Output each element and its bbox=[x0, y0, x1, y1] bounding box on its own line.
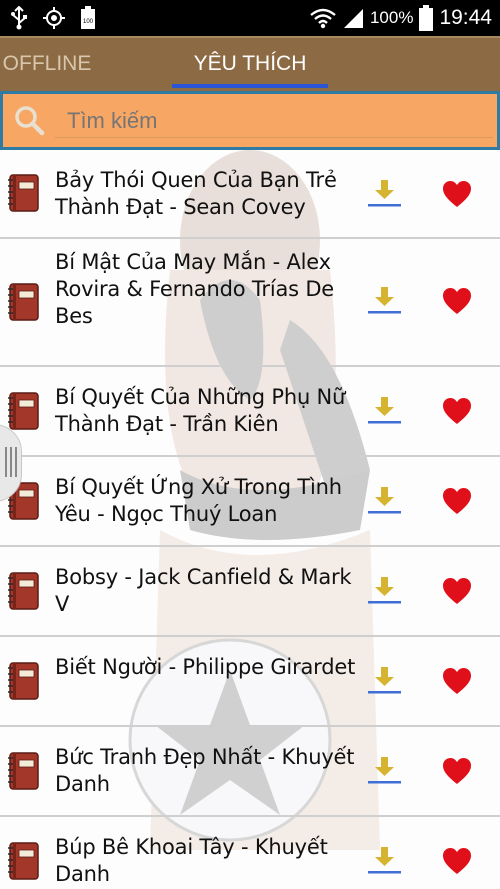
gps-icon bbox=[43, 7, 65, 29]
book-list[interactable]: Bảy Thói Quen Của Bạn Trẻ Thành Đạt - Se… bbox=[0, 150, 500, 889]
list-item[interactable]: Bí Quyết Ứng Xử Trong Tình Yêu - Ngọc Th… bbox=[0, 457, 500, 547]
list-item[interactable]: Bức Tranh Đẹp Nhất - Khuyết Danh bbox=[0, 727, 500, 817]
heart-icon[interactable] bbox=[442, 667, 472, 695]
clock: 19:44 bbox=[439, 6, 492, 29]
download-icon[interactable] bbox=[368, 485, 401, 515]
handle-grip-line bbox=[5, 447, 7, 477]
download-icon[interactable] bbox=[368, 665, 401, 695]
book-icon bbox=[8, 283, 39, 321]
search-box bbox=[3, 94, 500, 147]
book-title[interactable]: Bảy Thói Quen Của Bạn Trẻ Thành Đạt - Se… bbox=[55, 167, 360, 221]
heart-icon[interactable] bbox=[442, 287, 472, 315]
book-icon bbox=[8, 392, 39, 430]
handle-grip-line bbox=[10, 447, 12, 477]
svg-text:100: 100 bbox=[83, 19, 94, 25]
book-icon bbox=[8, 842, 39, 880]
heart-icon[interactable] bbox=[442, 397, 472, 425]
battery-percent: 100% bbox=[369, 8, 414, 27]
battery-icon bbox=[419, 5, 434, 31]
book-title[interactable]: Biết Người - Philippe Girardet bbox=[55, 654, 360, 681]
book-icon bbox=[8, 662, 39, 700]
book-title[interactable]: Bí Quyết Của Những Phụ Nữ Thành Đạt - Tr… bbox=[55, 384, 360, 438]
list-item[interactable]: Bobsy - Jack Canfield & Mark V bbox=[0, 547, 500, 637]
status-bar: 100 100% 19:44 bbox=[0, 0, 500, 36]
list-item[interactable]: Bí Quyết Của Những Phụ Nữ Thành Đạt - Tr… bbox=[0, 367, 500, 457]
book-icon bbox=[8, 572, 39, 610]
download-icon[interactable] bbox=[368, 395, 401, 425]
tab-selected-indicator bbox=[172, 84, 328, 88]
heart-icon[interactable] bbox=[442, 180, 472, 208]
battery-small-icon: 100 bbox=[81, 6, 95, 29]
heart-icon[interactable] bbox=[442, 487, 472, 515]
heart-icon[interactable] bbox=[442, 577, 472, 605]
download-icon[interactable] bbox=[368, 285, 401, 315]
list-item[interactable]: Bí Mật Của May Mắn - Alex Rovira & Ferna… bbox=[0, 239, 500, 367]
search-input[interactable] bbox=[55, 106, 500, 136]
tab-favorites[interactable]: YÊU THÍCH bbox=[172, 36, 328, 91]
download-icon[interactable] bbox=[368, 178, 401, 208]
book-title[interactable]: Bobsy - Jack Canfield & Mark V bbox=[55, 564, 360, 618]
book-title[interactable]: Bí Quyết Ứng Xử Trong Tình Yêu - Ngọc Th… bbox=[55, 474, 360, 528]
book-icon bbox=[8, 174, 39, 212]
tab-offline[interactable]: OFFLINE bbox=[0, 36, 102, 91]
tab-bar: OFFLINE YÊU THÍCH bbox=[0, 36, 500, 91]
book-title[interactable]: Bí Mật Của May Mắn - Alex Rovira & Ferna… bbox=[55, 249, 360, 330]
usb-icon bbox=[11, 6, 27, 30]
search-icon[interactable] bbox=[13, 104, 45, 136]
download-icon[interactable] bbox=[368, 845, 401, 875]
heart-icon[interactable] bbox=[442, 847, 472, 875]
list-item[interactable]: Búp Bê Khoai Tây - Khuyết Danh bbox=[0, 817, 500, 889]
status-right-icons: 100% 19:44 bbox=[310, 0, 492, 36]
book-icon bbox=[8, 752, 39, 790]
heart-icon[interactable] bbox=[442, 757, 472, 785]
signal-icon bbox=[343, 9, 363, 28]
book-title[interactable]: Bức Tranh Đẹp Nhất - Khuyết Danh bbox=[55, 744, 360, 798]
wifi-icon bbox=[310, 8, 336, 29]
status-left-icons: 100 bbox=[10, 4, 96, 32]
search-underline bbox=[55, 137, 493, 138]
search-bar bbox=[0, 91, 500, 150]
book-title[interactable]: Búp Bê Khoai Tây - Khuyết Danh bbox=[55, 834, 360, 888]
download-icon[interactable] bbox=[368, 575, 401, 605]
list-item[interactable]: Bảy Thói Quen Của Bạn Trẻ Thành Đạt - Se… bbox=[0, 150, 500, 239]
list-item[interactable]: Biết Người - Philippe Girardet bbox=[0, 637, 500, 727]
download-icon[interactable] bbox=[368, 755, 401, 785]
handle-grip-line bbox=[15, 447, 17, 477]
